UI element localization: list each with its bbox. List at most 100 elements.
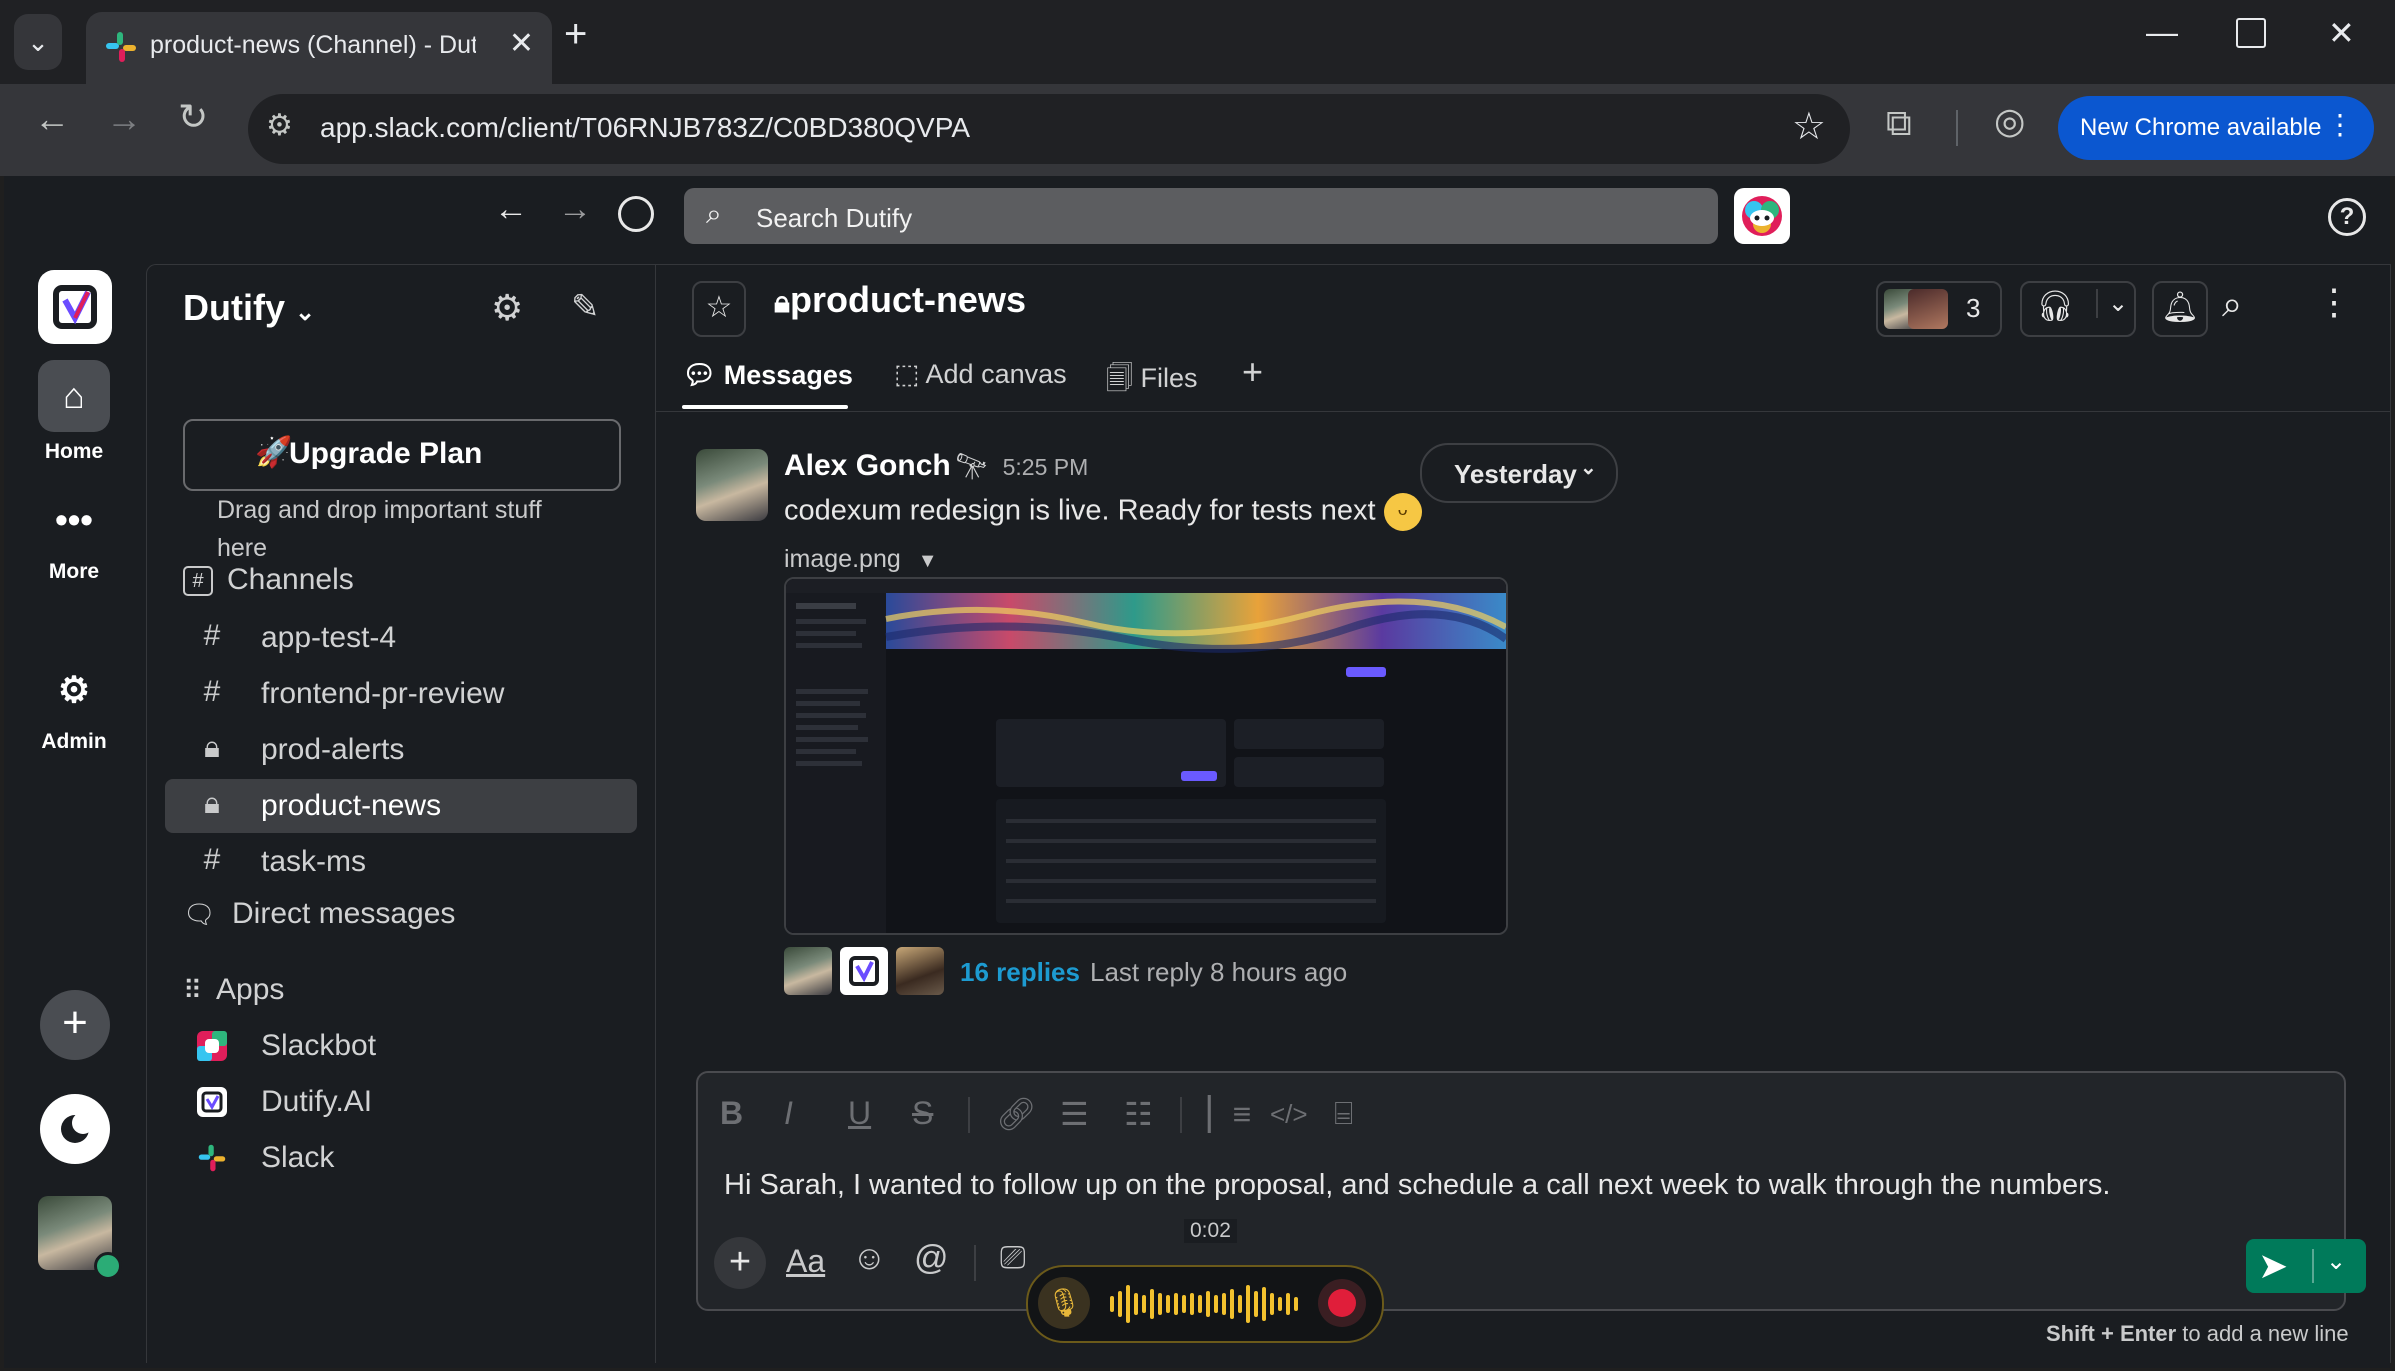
attach-plus-icon[interactable]: + xyxy=(714,1237,766,1289)
image-attachment[interactable] xyxy=(784,577,1508,935)
video-clip-icon[interactable]: ⎚ xyxy=(1000,1239,1026,1277)
send-button[interactable]: ➤ ⌄ xyxy=(2246,1239,2366,1293)
rail-admin[interactable]: ⚙ Admin xyxy=(4,658,144,754)
sidebar-app[interactable]: Slack xyxy=(165,1131,637,1185)
blockquote-icon[interactable]: ▏≡ xyxy=(1208,1095,1251,1133)
upgrade-plan-button[interactable]: 🚀 Upgrade Plan xyxy=(183,419,621,491)
tab-files[interactable]: 🗐 Files xyxy=(1106,359,1198,405)
composer-draft-text[interactable]: Hi Sarah, I wanted to follow up on the p… xyxy=(724,1169,2110,1202)
sidebar-channel[interactable]: 🔒︎ prod-alerts xyxy=(165,723,637,777)
sidebar-channel[interactable]: # frontend-pr-review xyxy=(165,667,637,721)
formatting-toggle-icon[interactable]: Aa xyxy=(786,1243,825,1280)
sidebar-channel-active[interactable]: 🔒︎ product-news xyxy=(165,779,637,833)
window-close-icon[interactable]: ✕ xyxy=(2328,14,2355,52)
attachment-filename[interactable]: image.png xyxy=(784,545,901,573)
history-forward-icon[interactable]: → xyxy=(558,190,592,229)
microphone-icon[interactable]: 🎙︎ xyxy=(1038,1277,1090,1329)
mention-icon[interactable]: @ xyxy=(914,1239,949,1278)
lock-icon: 🔒︎ xyxy=(774,286,790,319)
notifications-bell-icon[interactable]: 🔔︎ xyxy=(2152,281,2208,337)
active-tab-underline xyxy=(682,405,848,409)
search-icon: ⌕ xyxy=(706,198,722,229)
channels-header[interactable]: # Channels xyxy=(183,563,354,597)
tab-search-button[interactable]: ⌄ xyxy=(14,14,62,70)
channel-label: app-test-4 xyxy=(261,621,397,654)
bookmark-star-icon[interactable]: ☆ xyxy=(1792,104,1826,149)
sidebar-app[interactable]: Slackbot xyxy=(165,1019,637,1073)
forward-icon[interactable]: → xyxy=(106,98,142,140)
italic-icon[interactable]: I xyxy=(784,1095,793,1132)
strikethrough-icon[interactable]: S xyxy=(912,1095,933,1132)
ordered-list-icon[interactable]: ☰ xyxy=(1060,1095,1089,1133)
rail-home[interactable]: ⌂ Home xyxy=(4,360,144,464)
message-author-avatar[interactable] xyxy=(696,449,768,521)
bulleted-list-icon[interactable]: ☷ xyxy=(1124,1095,1153,1133)
member-count: 3 xyxy=(1966,293,1981,323)
direct-messages-header[interactable]: 🗨︎ Direct messages xyxy=(183,897,455,931)
settings-icon[interactable]: ⚙ xyxy=(491,287,523,329)
lock-icon: 🔒︎ xyxy=(204,787,220,820)
huddle-button[interactable]: 🎧︎ ⌄ xyxy=(2020,281,2136,337)
tab-messages[interactable]: 💬︎ Messages xyxy=(682,359,853,391)
files-icon: 🗐 xyxy=(1106,363,1141,393)
ai-assistant-icon[interactable] xyxy=(1734,188,1790,244)
recording-timer: 0:02 xyxy=(1184,1219,1237,1243)
site-settings-icon[interactable]: ⚙ xyxy=(266,108,293,143)
browser-tab[interactable]: product-news (Channel) - Dutify ✕ xyxy=(86,12,552,84)
message-author[interactable]: Alex Gonch xyxy=(784,449,951,482)
apps-header[interactable]: ⠿ Apps xyxy=(183,973,284,1007)
back-icon[interactable]: ← xyxy=(34,98,70,140)
minimize-icon[interactable]: — xyxy=(2146,14,2178,51)
reload-icon[interactable]: ↻ xyxy=(178,96,208,138)
address-bar[interactable]: ⚙ app.slack.com/client/T06RNJB783Z/C0BD3… xyxy=(248,94,1850,164)
replies-link[interactable]: 16 replies xyxy=(960,957,1080,988)
chrome-update-button[interactable]: New Chrome available ⋮ xyxy=(2058,96,2374,160)
chevron-down-icon: ⌄ xyxy=(27,26,49,57)
channel-more-icon[interactable]: ⋮ xyxy=(2316,281,2352,323)
composer-hint-shortcut: Shift + Enter xyxy=(2046,1321,2177,1346)
add-workspace-icon[interactable]: + xyxy=(40,990,110,1060)
rail-home-label: Home xyxy=(44,440,104,463)
date-divider-pill[interactable]: Yesterday ⌄ xyxy=(1420,443,1618,503)
extensions-icon[interactable]: ⧉ xyxy=(1886,102,1912,145)
dnd-moon-icon[interactable] xyxy=(40,1094,110,1164)
link-icon[interactable]: 🔗︎ xyxy=(996,1095,1037,1133)
emoji-icon[interactable]: ☺ xyxy=(852,1239,887,1278)
sidebar-channel[interactable]: # task-ms xyxy=(165,835,637,889)
last-reply-text: Last reply 8 hours ago xyxy=(1090,957,1348,987)
channel-search-icon[interactable]: ⌕ xyxy=(2222,283,2242,326)
message-composer: B I U S 🔗︎ ☰ ☷ ▏≡ </> ⌸ Hi Sarah, I want… xyxy=(696,1071,2366,1311)
history-back-icon[interactable]: ← xyxy=(494,190,528,229)
slack-search-bar[interactable]: ⌕ Search Dutify xyxy=(684,188,1718,244)
new-tab-icon[interactable]: + xyxy=(564,12,587,57)
underline-icon[interactable]: U xyxy=(848,1095,871,1132)
add-tab-icon[interactable]: + xyxy=(1242,351,1263,393)
history-clock-icon[interactable] xyxy=(618,196,654,232)
sidebar-app[interactable]: Dutify.AI xyxy=(165,1075,637,1129)
channel-title[interactable]: 🔒︎product-news xyxy=(774,279,1026,321)
sidebar-channel[interactable]: # app-test-4 xyxy=(165,611,637,665)
code-block-icon[interactable]: ⌸ xyxy=(1334,1095,1353,1133)
code-icon[interactable]: </> xyxy=(1270,1099,1308,1130)
star-channel-icon[interactable]: ☆ xyxy=(692,281,746,337)
bold-icon[interactable]: B xyxy=(720,1095,743,1132)
workspace-name[interactable]: Dutify ⌄ xyxy=(183,287,315,329)
telescope-status-icon: 🔭︎ xyxy=(955,451,989,481)
tab-close-icon[interactable]: ✕ xyxy=(509,26,534,61)
caret-down-icon[interactable]: ▼ xyxy=(918,550,938,572)
compose-icon[interactable]: ✎ xyxy=(571,287,600,327)
help-icon[interactable]: ? xyxy=(2328,198,2366,236)
tab-add-canvas[interactable]: ⬚ Add canvas xyxy=(894,359,1067,390)
chevron-down-icon: ⌄ xyxy=(1580,457,1597,479)
maximize-icon[interactable] xyxy=(2236,18,2266,48)
message-timestamp[interactable]: 5:25 PM xyxy=(1003,454,1089,480)
stop-recording-button[interactable] xyxy=(1318,1279,1366,1327)
members-button[interactable]: 3 xyxy=(1876,281,2002,337)
schedule-chevron-icon[interactable]: ⌄ xyxy=(2326,1247,2346,1276)
audio-waveform xyxy=(1110,1285,1298,1323)
profile-icon[interactable]: ◎ xyxy=(1994,100,2025,142)
grinning-emoji-icon: ᵕ xyxy=(1383,493,1422,531)
rocket-icon: 🚀 xyxy=(255,436,293,469)
workspace-logo[interactable] xyxy=(38,270,112,344)
rail-more[interactable]: ••• More xyxy=(4,488,144,584)
